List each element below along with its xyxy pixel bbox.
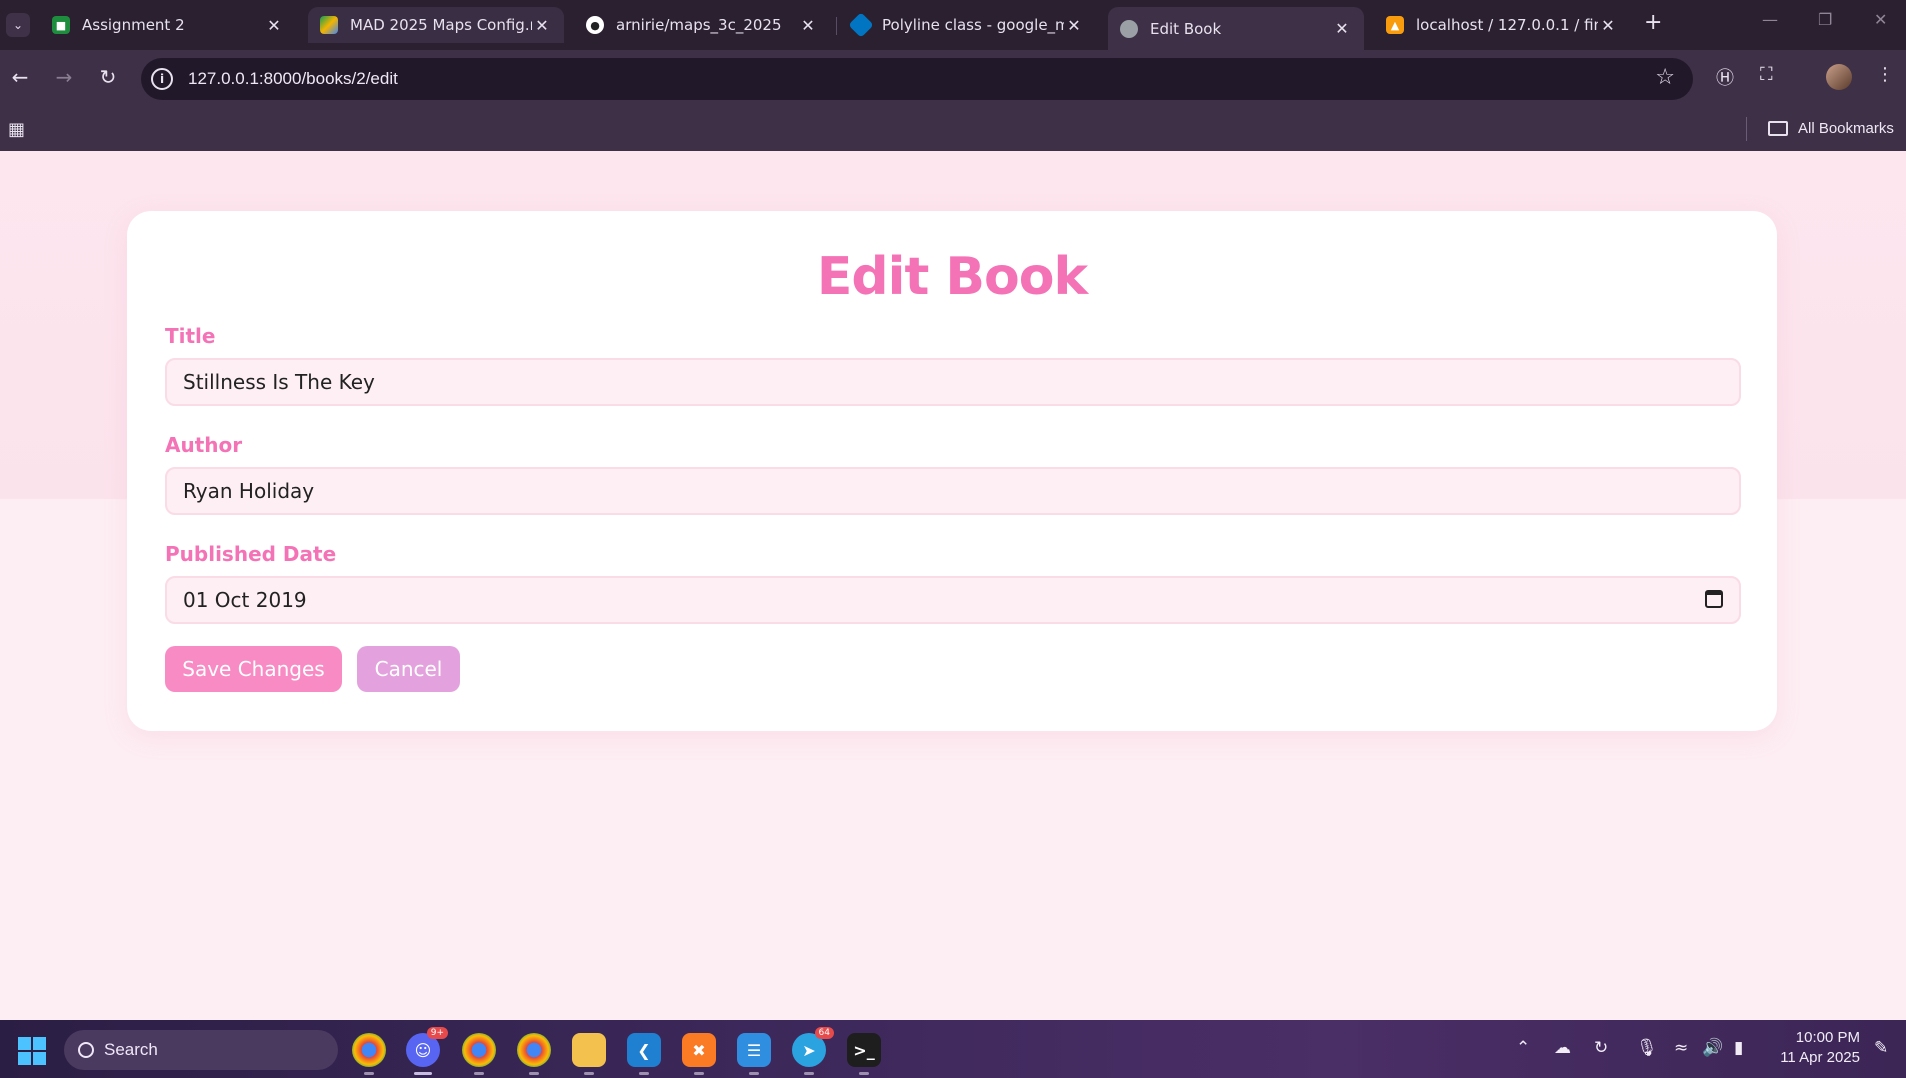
extensions-puzzle-icon[interactable]: ⛶ [1760, 64, 1773, 85]
microphone-icon[interactable]: 🎙 [1636, 1038, 1658, 1058]
close-window-icon[interactable]: ✕ [1874, 10, 1887, 29]
tab-edit-book[interactable]: Edit Book ✕ [1108, 7, 1364, 50]
published-date-value: 01 Oct 2019 [183, 588, 307, 612]
telegram-badge: 64 [814, 1027, 834, 1039]
bookmark-star-icon[interactable]: ☆ [1655, 65, 1675, 90]
page-viewport: Edit Book Title Stillness Is The Key Aut… [0, 151, 1906, 1020]
address-bar[interactable]: i 127.0.0.1:8000/books/2/edit ☆ [141, 58, 1693, 100]
title-label: Title [165, 324, 216, 348]
notepad-icon[interactable]: ☰ [737, 1033, 771, 1075]
all-bookmarks-button[interactable]: All Bookmarks [1768, 120, 1894, 137]
back-icon[interactable]: ← [6, 65, 34, 89]
folder-icon [1768, 121, 1788, 136]
site-info-icon[interactable]: i [151, 68, 173, 90]
all-bookmarks-label: All Bookmarks [1798, 120, 1894, 137]
edit-book-card: Edit Book Title Stillness Is The Key Aut… [127, 211, 1777, 731]
published-date-input[interactable]: 01 Oct 2019 [165, 576, 1741, 624]
apps-grid-icon[interactable]: ▦ [8, 119, 25, 140]
start-button[interactable] [18, 1037, 46, 1065]
published-date-label: Published Date [165, 542, 337, 566]
windows-logo-icon [18, 1037, 31, 1050]
author-input-value: Ryan Holiday [183, 479, 315, 503]
page-title: Edit Book [816, 247, 1088, 307]
tab-polyline[interactable]: Polyline class - google_ma ✕ [840, 7, 1096, 43]
tab-strip: ⌄ ■ Assignment 2 ✕ MAD 2025 Maps Config.… [0, 0, 1906, 50]
menu-kebab-icon[interactable]: ⋮ [1876, 64, 1894, 85]
tab-title: Polyline class - google_ma [882, 16, 1064, 34]
wifi-icon[interactable]: ≈ [1674, 1038, 1688, 1058]
taskbar-search-label: Search [104, 1040, 158, 1059]
taskbar-search[interactable]: Search [64, 1030, 338, 1070]
new-tab-button[interactable]: + [1644, 10, 1662, 35]
terminal-icon[interactable]: >_ [847, 1033, 881, 1075]
clock-date: 11 Apr 2025 [1780, 1049, 1860, 1066]
tab-maps-config[interactable]: MAD 2025 Maps Config.m ✕ [308, 7, 564, 43]
tab-title: MAD 2025 Maps Config.m [350, 16, 532, 34]
windows-taskbar: Search ☺ 9+ ❮ ✖ ☰ ➤ 64 >_ ⌃ ☁ ↻ 🎙 ≈ 🔊 ▮ 10… [0, 1020, 1906, 1078]
save-changes-button[interactable]: Save Changes [165, 646, 342, 692]
tab-title: arnirie/maps_3c_2025 [616, 16, 782, 34]
vscode-icon[interactable]: ❮ [627, 1033, 661, 1075]
file-explorer-icon[interactable] [572, 1033, 606, 1075]
xampp-icon[interactable]: ✖ [682, 1033, 716, 1075]
classroom-icon: ■ [52, 16, 70, 34]
chrome-profile-3-icon[interactable] [517, 1033, 551, 1075]
restore-icon[interactable]: ❐ [1818, 10, 1832, 29]
chrome-profile-1-icon[interactable] [352, 1033, 386, 1075]
close-icon[interactable]: ✕ [1332, 19, 1352, 38]
drive-icon [320, 16, 338, 34]
search-icon [78, 1042, 94, 1058]
tab-assignment[interactable]: ■ Assignment 2 ✕ [40, 7, 296, 43]
close-icon[interactable]: ✕ [1598, 16, 1618, 35]
notification-icon[interactable]: ✎ [1874, 1038, 1888, 1058]
phpmyadmin-icon: ▲ [1386, 16, 1404, 34]
tab-title: Assignment 2 [82, 16, 185, 34]
bookmarks-bar: ▦ All Bookmarks [0, 108, 1906, 151]
tab-title: localhost / 127.0.0.1 / final [1416, 16, 1598, 34]
taskbar-clock[interactable]: 10:00 PM 11 Apr 2025 [1764, 1028, 1860, 1068]
close-icon[interactable]: ✕ [1064, 16, 1084, 35]
telegram-icon[interactable]: ➤ 64 [792, 1027, 834, 1075]
close-icon[interactable]: ✕ [798, 16, 818, 35]
bookmarks-separator [1746, 117, 1747, 141]
title-input[interactable]: Stillness Is The Key [165, 358, 1741, 406]
tab-search-button[interactable]: ⌄ [6, 13, 30, 37]
reload-icon[interactable]: ↻ [94, 65, 122, 89]
title-input-value: Stillness Is The Key [183, 370, 375, 394]
github-icon: ● [586, 16, 604, 34]
minimize-icon[interactable]: — [1762, 10, 1778, 29]
clock-time: 10:00 PM [1795, 1029, 1860, 1046]
discord-icon[interactable]: ☺ 9+ [406, 1027, 448, 1075]
close-icon[interactable]: ✕ [264, 16, 284, 35]
author-input[interactable]: Ryan Holiday [165, 467, 1741, 515]
calendar-icon[interactable] [1705, 590, 1723, 608]
sync-icon[interactable]: ↻ [1594, 1038, 1608, 1058]
tab-title: Edit Book [1150, 19, 1222, 38]
profile-avatar[interactable] [1826, 64, 1852, 90]
battery-icon[interactable]: ▮ [1734, 1038, 1743, 1058]
discord-badge: 9+ [426, 1027, 448, 1039]
forward-icon[interactable]: → [50, 65, 78, 89]
cancel-button[interactable]: Cancel [357, 646, 460, 692]
volume-icon[interactable]: 🔊 [1702, 1038, 1723, 1058]
author-label: Author [165, 433, 243, 457]
tab-github[interactable]: ● arnirie/maps_3c_2025 ✕ [574, 7, 830, 43]
tab-phpmyadmin[interactable]: ▲ localhost / 127.0.0.1 / final ✕ [1374, 7, 1630, 43]
close-icon[interactable]: ✕ [532, 16, 552, 35]
extension-w-icon[interactable]: Ⓗ [1716, 64, 1734, 90]
chrome-profile-2-icon[interactable] [462, 1033, 496, 1075]
globe-icon [1120, 19, 1138, 38]
dart-icon [848, 12, 874, 38]
browser-toolbar: ← → ↻ i 127.0.0.1:8000/books/2/edit ☆ Ⓗ … [0, 50, 1906, 108]
onedrive-icon[interactable]: ☁ [1554, 1038, 1571, 1058]
tab-separator [836, 17, 837, 35]
url-text[interactable]: 127.0.0.1:8000/books/2/edit [188, 69, 398, 89]
chevron-up-icon[interactable]: ⌃ [1516, 1038, 1530, 1058]
